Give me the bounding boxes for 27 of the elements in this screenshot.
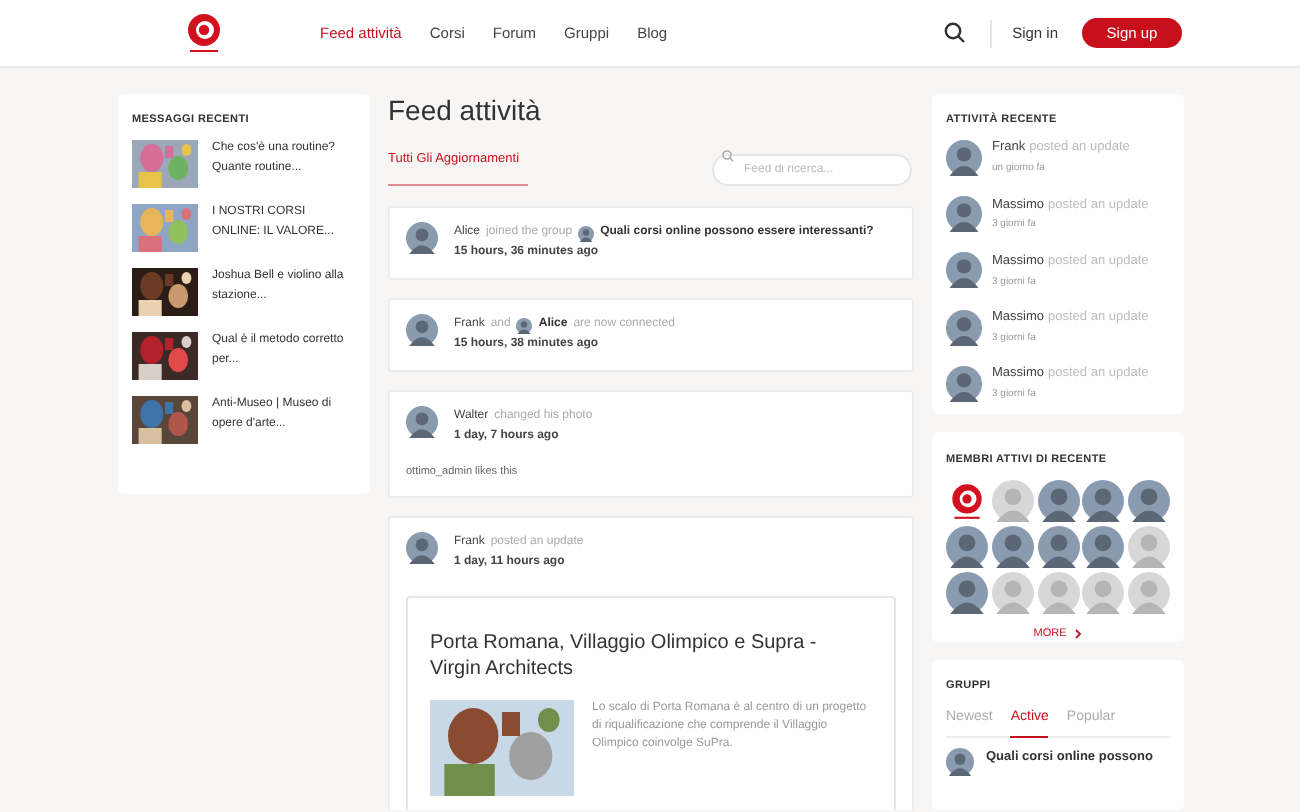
group-icon[interactable] xyxy=(946,748,974,777)
avatar-icon[interactable] xyxy=(1128,480,1171,523)
avatar-icon[interactable] xyxy=(946,365,982,402)
logo-icon[interactable] xyxy=(184,11,224,55)
avatar-icon[interactable] xyxy=(991,526,1034,569)
group-icon xyxy=(578,225,595,241)
search-icon[interactable] xyxy=(944,22,967,44)
logo-icon[interactable] xyxy=(946,480,988,523)
avatar-icon[interactable] xyxy=(946,139,982,176)
avatar-icon[interactable] xyxy=(406,222,438,254)
page-title: Feed attività xyxy=(388,96,543,124)
avatar-icon[interactable] xyxy=(946,526,988,569)
avatar-icon[interactable] xyxy=(946,252,982,289)
avatar-icon[interactable] xyxy=(406,406,438,438)
avatar-icon[interactable] xyxy=(1037,526,1080,569)
avatar-icon[interactable] xyxy=(1082,526,1125,569)
avatar-icon[interactable] xyxy=(946,196,982,233)
search-icon xyxy=(722,150,734,162)
avatar-icon[interactable] xyxy=(1037,480,1080,523)
avatar-icon[interactable] xyxy=(1082,480,1125,523)
avatar-icon[interactable] xyxy=(406,314,438,346)
avatar-icon xyxy=(516,317,533,333)
avatar-icon[interactable] xyxy=(946,309,982,346)
avatar-icon[interactable] xyxy=(406,532,438,565)
preview-title: Porta Romana, Villaggio Olimpico e Supra - Virgin Architects xyxy=(430,630,819,683)
avatar-icon[interactable] xyxy=(946,572,988,615)
chevron-icon xyxy=(1074,628,1083,641)
